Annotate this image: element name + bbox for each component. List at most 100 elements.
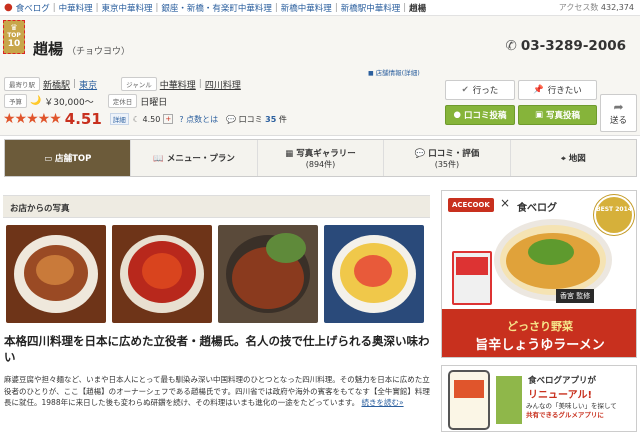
tab-count: (35件) [434,159,460,169]
access-value: 432,374 [600,3,634,12]
tab-photo-gallery[interactable]: ▦ 写真ギャラリー (894件) [258,140,385,176]
breadcrumb-item[interactable]: 新橋中華料理 [281,2,332,14]
top10-badge: ♛ TOP 10 [3,20,25,54]
access-count: アクセス数 432,374 [559,2,634,13]
tab-label: 写真ギャラリー [296,148,356,159]
badge-top: TOP [7,32,21,39]
share-label: 送る [609,116,627,126]
review-count-unit: 件 [278,114,287,124]
dish-photo-3[interactable] [218,225,318,323]
phone-text: 03-3289-2006 [520,38,626,54]
map-pin-icon: ⌖ [560,154,569,164]
food-highlight [36,255,74,285]
went-button[interactable]: ✔ 行った [445,80,515,100]
collab-x: × [500,196,511,210]
points-help-label: 点数とは [186,114,219,124]
restaurant-name: 趙楊 （チョウヨウ） [33,38,130,59]
station-link-2[interactable]: 東京 [79,78,97,91]
genre-link[interactable]: 中華料理 [160,78,196,91]
went-label: 行った [472,86,499,96]
home-icon[interactable]: ● [4,2,13,13]
tab-menu[interactable]: 📖 メニュー・プラン [131,140,258,176]
app-ad-line2: リニューアル! [528,390,593,401]
moon-icon: ☾ [132,114,140,124]
want-to-go-button[interactable]: 📌 行きたい [518,80,597,100]
feature-description: 麻婆豆腐や担々麺など、いまや日本人にとって最も馴染み深い中国料理のひとつとなった… [4,374,434,409]
app-ad-line3b: 共有できるグルメアプリに [526,411,604,419]
crown-icon: ♛ [10,23,18,32]
phone-number: ✆ 03-3289-2006 [506,38,626,54]
review-count[interactable]: 💬 口コミ 35 件 [226,114,287,125]
rating-score: 4.51 [64,110,102,128]
tab-label: メニュー・プラン [166,154,235,164]
station-link[interactable]: 新橋駅 [43,78,70,91]
app-ad-line3: みんなの「美味しい」を探して 共有できるグルメアプリに [526,402,617,420]
ad-copy-2: 旨辛しょうゆラーメン [475,338,605,353]
budget-row: 予算 🌙 ￥30,000～ 定休日 日曜日 [4,94,167,108]
breadcrumb-item[interactable]: 東京中華料理 [102,2,153,14]
book-icon: 📖 [153,154,167,164]
feature-headline: 本格四川料理を日本に広めた立役者・趙楊氏。名人の技で仕上げられる奥深い味わい [4,334,430,364]
restaurant-header: ♛ TOP 10 趙楊（チョウヨウ） ✆03-3289-2006 店舗情報(詳細… [0,16,640,136]
breadcrumb-separator: | [274,2,278,13]
plus-icon[interactable]: + [163,114,174,124]
best-award-badge: BEST 2014 [594,195,634,235]
tab-reviews[interactable]: 💬 口コミ・評価 (35件) [384,140,511,176]
dish-photo-4[interactable] [324,225,424,323]
dish-photo-1[interactable] [6,225,106,323]
share-icon: ➦ [613,100,624,114]
app-renewal-ad[interactable]: 食べログアプリが リニューアル! みんなの「美味しい」を探して 共有できるグルメア… [441,365,637,432]
tabelog-logo: 食べログ [517,203,557,214]
breadcrumb-separator: | [95,2,99,13]
breadcrumb-current: 趙楊 [409,3,427,14]
pin-icon: 📌 [533,85,544,95]
restaurant-kana: （チョウヨウ） [67,47,131,57]
went-icon: ✔ [461,85,469,95]
breadcrumb-item[interactable]: 銀座・新橋・有楽町中華料理 [161,2,272,14]
app-ad-line3a: みんなの「美味しい」を探して [526,402,617,410]
dinner-score-value: 4.50 [142,114,161,124]
genre-link-2[interactable]: 四川料理 [205,78,241,91]
review-post-label: 口コミ投稿 [463,111,507,121]
access-label: アクセス数 [558,3,599,12]
ad-copy-1: どっさり野菜 [507,320,573,333]
tab-store-top[interactable]: ▭ 店舗TOP [5,140,132,176]
restaurant-tabs: ▭ 店舗TOP 📖 メニュー・プラン ▦ 写真ギャラリー (894件) 💬 口コミ… [4,139,637,177]
slash: | [198,79,202,89]
station-genre-row: 最寄り駅 新橋駅 | 東京 ジャンル 中華料理 | 四川料理 [4,77,241,91]
review-count-value: 35 [265,114,277,124]
tab-count: (894件) [305,159,336,169]
tab-map[interactable]: ⌖ 地図 [511,140,636,176]
tab-label: 口コミ・評価 [428,148,480,159]
genre-label: ジャンル [121,77,157,91]
breadcrumb-item[interactable]: 新橋駅中華料理 [341,2,401,14]
app-screen-image [496,376,522,424]
tab-label: 地図 [568,154,586,164]
breadcrumb-separator: | [155,2,159,13]
supervision-label: 香宮 監修 [556,289,595,303]
review-post-button[interactable]: ● 口コミ投稿 [445,105,515,125]
food-greens [266,233,306,263]
slash: | [73,79,77,89]
photo-post-label: 写真投稿 [546,111,581,121]
holiday-label: 定休日 [107,94,138,108]
budget-value: ￥30,000～ [44,97,94,108]
breadcrumb-separator: | [403,2,407,13]
share-button[interactable]: ➦ 送る [600,94,637,132]
tab-label: 店舗TOP [55,154,92,164]
read-more-link[interactable]: 続きを読む» [361,398,403,407]
want-label: 行きたい [547,86,582,96]
cup-noodle-image [452,251,492,305]
breadcrumb-item[interactable]: 食べログ [16,2,50,14]
rating-stars-icon: ★★★★★ [3,111,62,127]
breadcrumb-item[interactable]: 中華料理 [59,2,93,14]
acecook-ad-banner[interactable]: ACECOOK × 食べログ BEST 2014 香宮 監修 どっさり野菜 旨辛… [441,190,637,358]
dish-photo-2[interactable] [112,225,212,323]
holiday-value: 日曜日 [140,97,168,108]
store-photos-header: お店からの写真 [3,195,430,218]
points-help-link[interactable]: ? 点数とは [179,114,218,125]
store-info-link[interactable]: 店舗情報(詳細) [368,67,420,77]
acecook-logo: ACECOOK [448,198,494,212]
rating-detail-button[interactable]: 詳細 [109,113,129,125]
photo-post-button[interactable]: ▣ 写真投稿 [518,105,597,125]
